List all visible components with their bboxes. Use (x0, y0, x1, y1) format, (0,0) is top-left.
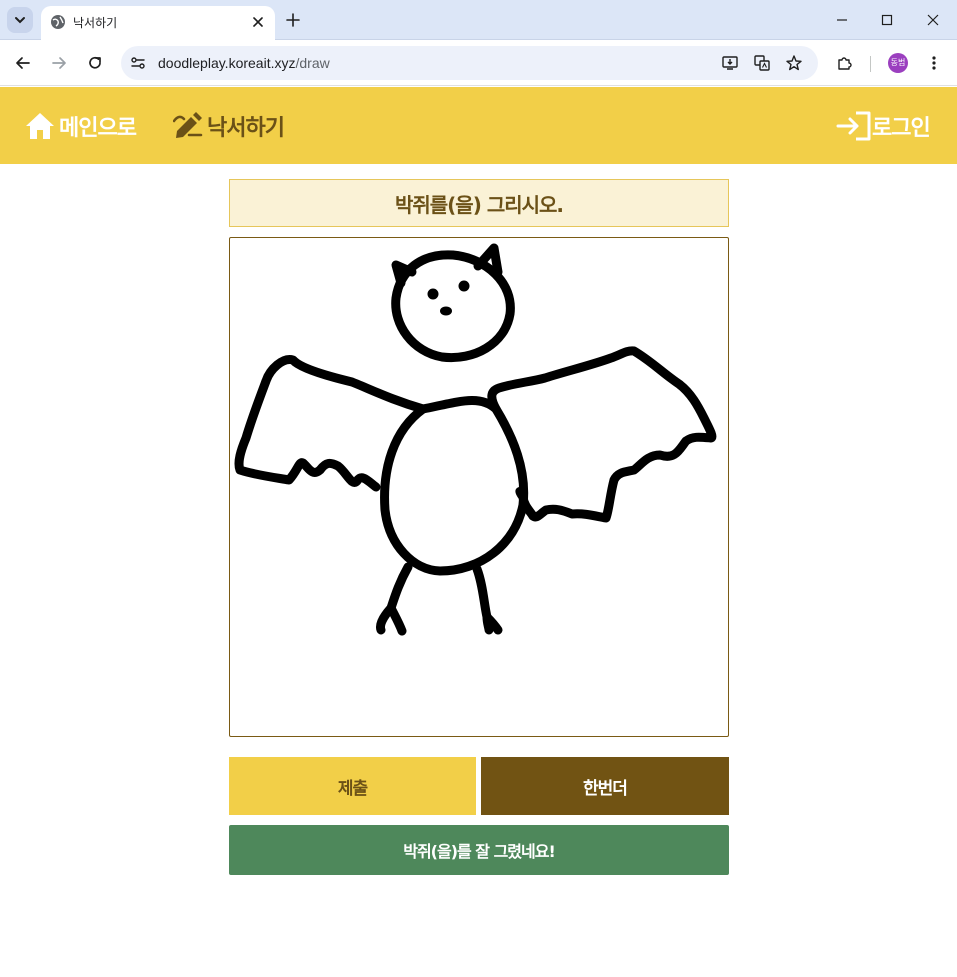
site-settings-icon[interactable] (130, 55, 146, 71)
nav-home-link[interactable]: 메인으로 (25, 87, 137, 164)
reload-icon[interactable] (86, 54, 104, 72)
translate-icon[interactable] (753, 54, 771, 72)
nav-draw-label: 낙서하기 (207, 115, 285, 141)
pencil-icon (173, 111, 203, 138)
address-bar[interactable]: doodleplay.koreait.xyz/draw (121, 46, 818, 80)
url-path: /draw (295, 55, 330, 71)
result-message: 박쥐(을)를 잘 그렸네요! (403, 842, 556, 861)
site-header: 메인으로 낙서하기 로그인 (0, 87, 957, 164)
login-icon (836, 111, 871, 140)
install-app-icon[interactable] (721, 54, 739, 72)
try-again-button[interactable]: 한번더 (481, 757, 729, 815)
browser-tab[interactable]: 낙서하기 (41, 6, 275, 40)
url-host: doodleplay.koreait.xyz (158, 55, 296, 71)
plus-icon[interactable] (284, 11, 302, 29)
globe-icon (51, 15, 65, 29)
more-menu-icon[interactable] (925, 54, 943, 72)
drawing-canvas[interactable] (229, 237, 729, 737)
back-arrow-icon[interactable] (14, 54, 32, 72)
profile-avatar[interactable]: 동범 (888, 53, 908, 73)
minimize-icon[interactable] (834, 12, 850, 28)
forward-arrow-icon[interactable] (50, 54, 68, 72)
drawing-prompt: 박쥐를(을) 그리시오. (229, 179, 729, 227)
browser-tab-strip: 낙서하기 (0, 0, 957, 40)
tab-search-button[interactable] (7, 7, 33, 33)
home-icon (26, 112, 54, 139)
nav-home-label: 메인으로 (59, 115, 137, 141)
bat-doodle (234, 243, 717, 636)
nav-login-label: 로그인 (872, 115, 931, 141)
url-text: doodleplay.koreait.xyz/draw (158, 55, 330, 71)
window-close-icon[interactable] (925, 12, 941, 28)
maximize-icon[interactable] (879, 12, 895, 28)
prompt-text: 박쥐를(을) 그리시오. (394, 192, 564, 217)
toolbar-divider (870, 56, 871, 72)
tab-title: 낙서하기 (73, 16, 118, 30)
browser-toolbar: doodleplay.koreait.xyz/draw 동범 (0, 40, 957, 86)
nav-login-link[interactable]: 로그인 (836, 87, 931, 164)
result-banner: 박쥐(을)를 잘 그렸네요! (229, 825, 729, 875)
submit-button[interactable]: 제출 (229, 757, 476, 815)
chevron-down-icon (15, 17, 25, 24)
nav-draw-link[interactable]: 낙서하기 (173, 87, 285, 164)
close-icon[interactable] (251, 15, 265, 29)
star-icon[interactable] (785, 54, 803, 72)
extensions-icon[interactable] (836, 54, 854, 72)
